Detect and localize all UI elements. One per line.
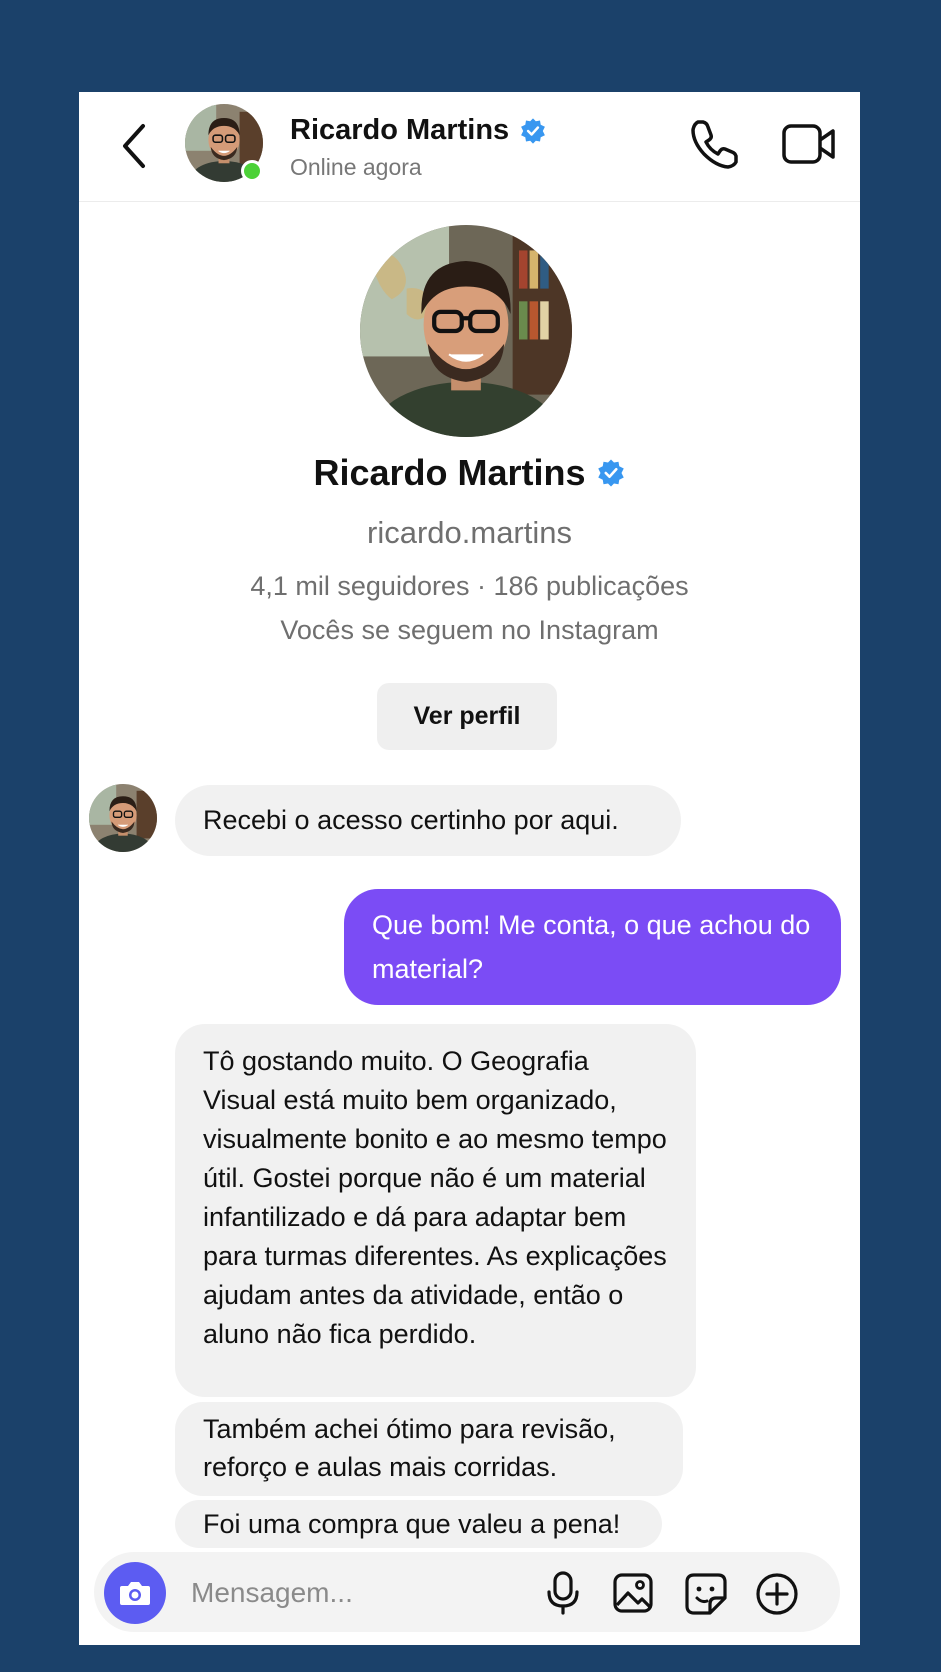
header-status: Online agora: [290, 154, 422, 180]
camera-icon: [120, 1582, 150, 1605]
image-icon[interactable]: [612, 1572, 654, 1614]
chat-window: Ricardo Martins Online agora Ricardo Mar…: [79, 92, 860, 1645]
profile-photo[interactable]: [360, 225, 572, 437]
profile-name: Ricardo Martins: [79, 452, 860, 494]
profile-mutual-follow: Vocês se seguem no Instagram: [280, 615, 659, 645]
chat-header: Ricardo Martins Online agora: [79, 92, 860, 202]
incoming-message[interactable]: Recebi o acesso certinho por aqui.: [175, 785, 681, 856]
plus-circle-icon[interactable]: [755, 1572, 799, 1616]
profile-name-text: Ricardo Martins: [313, 452, 586, 493]
message-input[interactable]: [189, 1572, 493, 1614]
profile-stats: 4,1 mil seguidores · 186 publicações: [250, 571, 689, 601]
message-composer: [94, 1552, 840, 1632]
view-profile-button[interactable]: Ver perfil: [377, 683, 557, 750]
online-status-dot: [241, 160, 263, 182]
video-camera-icon[interactable]: [781, 118, 837, 170]
camera-button[interactable]: [104, 1562, 166, 1624]
verified-badge-icon: [521, 117, 546, 144]
profile-portrait: [360, 225, 572, 437]
header-name-text: Ricardo Martins: [290, 114, 510, 146]
sticker-icon[interactable]: [684, 1572, 728, 1616]
outgoing-message[interactable]: Que bom! Me conta, o que achou do materi…: [344, 889, 841, 1005]
back-arrow-icon[interactable]: [117, 120, 153, 172]
verified-badge-icon: [597, 459, 624, 487]
message-avatar[interactable]: [89, 784, 157, 852]
profile-handle: ricardo.martins: [367, 515, 572, 550]
header-avatar[interactable]: [185, 104, 263, 182]
header-contact-name[interactable]: Ricardo Martins: [290, 114, 547, 147]
phone-icon[interactable]: [688, 116, 740, 172]
avatar-portrait: [89, 784, 157, 852]
incoming-message[interactable]: Também achei ótimo para revisão, reforço…: [175, 1402, 683, 1496]
incoming-message[interactable]: Foi uma compra que valeu a pena!: [175, 1500, 662, 1548]
incoming-message[interactable]: Tô gostando muito. O Geografia Visual es…: [175, 1024, 696, 1397]
microphone-icon[interactable]: [545, 1570, 581, 1616]
